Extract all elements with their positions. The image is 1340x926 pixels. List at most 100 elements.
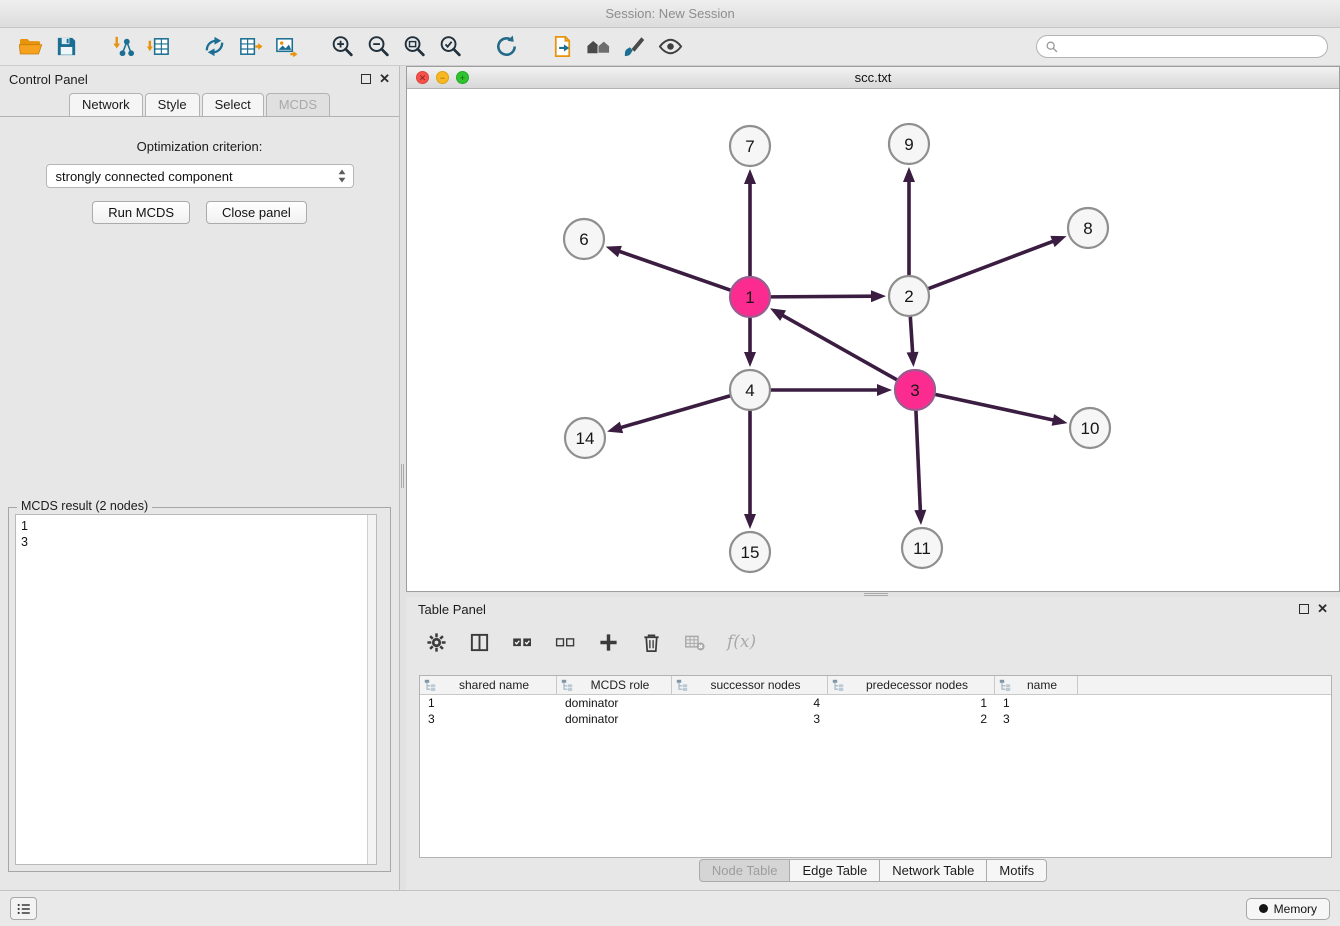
graph-edge-4-15[interactable] (744, 411, 756, 529)
close-mcds-panel-button[interactable]: Close panel (206, 201, 307, 224)
delete-column-button[interactable] (641, 632, 662, 653)
mcds-result-group: MCDS result (2 nodes) 13 (8, 507, 391, 872)
graph-edge-1-2[interactable] (771, 290, 886, 302)
result-item[interactable]: 3 (21, 534, 371, 550)
graph-edge-2-8[interactable] (929, 236, 1067, 289)
apply-style-button[interactable] (616, 32, 652, 62)
graph-node-label: 9 (904, 135, 913, 154)
graph-node-10[interactable]: 10 (1070, 408, 1110, 448)
network-window-titlebar: ✕ − + scc.txt (407, 67, 1339, 89)
select-all-columns-button[interactable] (512, 632, 533, 653)
show-columns-button[interactable] (469, 632, 490, 653)
table-settings-button[interactable] (426, 632, 447, 653)
open-session-button[interactable] (12, 32, 48, 62)
toolbar-group (12, 32, 84, 62)
graph-node-1[interactable]: 1 (730, 277, 770, 317)
close-control-panel-button[interactable]: ✕ (379, 74, 390, 84)
graph-edge-4-3[interactable] (771, 384, 892, 396)
close-table-panel-button[interactable]: ✕ (1317, 604, 1328, 614)
run-mcds-button[interactable]: Run MCDS (92, 201, 190, 224)
toolbar-group (104, 32, 176, 62)
graph-edge-3-11[interactable] (914, 411, 926, 525)
toolbar-group (488, 32, 524, 62)
function-builder-button[interactable]: f(x) (727, 632, 756, 652)
tab-mcds[interactable]: MCDS (266, 93, 330, 116)
search-field[interactable] (1036, 35, 1328, 58)
table-cell: 2 (828, 711, 995, 727)
import-network-icon (110, 34, 135, 59)
float-control-panel-button[interactable] (361, 74, 371, 84)
mcds-buttons-row: Run MCDS Close panel (0, 201, 399, 224)
deselect-all-icon (555, 632, 576, 653)
table-cell: dominator (557, 695, 672, 711)
task-history-button[interactable] (10, 897, 37, 920)
graph-node-6[interactable]: 6 (564, 219, 604, 259)
column-header-shared-name[interactable]: shared name (420, 676, 557, 694)
table-cell: 3 (995, 711, 1078, 727)
graph-edge-2-9[interactable] (903, 167, 915, 275)
create-column-button[interactable] (598, 632, 619, 653)
table-row[interactable]: 1dominator411 (420, 695, 1331, 711)
graph-node-2[interactable]: 2 (889, 276, 929, 316)
graph-edge-3-10[interactable] (936, 394, 1068, 425)
fit-selected-button[interactable] (432, 32, 468, 62)
graph-node-4[interactable]: 4 (730, 370, 770, 410)
result-item[interactable]: 1 (21, 518, 371, 534)
tab-network[interactable]: Network (69, 93, 143, 116)
zoom-window-button[interactable]: + (456, 71, 469, 84)
gear-icon (426, 632, 447, 653)
graph-node-15[interactable]: 15 (730, 532, 770, 572)
graph-edge-2-3[interactable] (907, 317, 919, 367)
apply-layout-button[interactable] (488, 32, 524, 62)
duplicate-network-button[interactable] (544, 32, 580, 62)
tab-network-table[interactable]: Network Table (879, 859, 987, 882)
column-header-successor-nodes[interactable]: successor nodes (672, 676, 828, 694)
tab-edge-table[interactable]: Edge Table (789, 859, 880, 882)
criterion-dropdown[interactable]: strongly connected component (46, 164, 354, 188)
search-input[interactable] (1064, 40, 1319, 54)
import-network-button[interactable] (104, 32, 140, 62)
graph-node-9[interactable]: 9 (889, 124, 929, 164)
deselect-all-columns-button[interactable] (555, 632, 576, 653)
graph-edge-1-4[interactable] (744, 318, 756, 367)
result-scrollbar[interactable] (367, 515, 376, 864)
table-panel: Table Panel ✕ f(x) shared nameMCDS roles… (406, 597, 1340, 890)
tab-style[interactable]: Style (145, 93, 200, 116)
close-window-button[interactable]: ✕ (416, 71, 429, 84)
zoom-out-button[interactable] (360, 32, 396, 62)
mcds-result-list[interactable]: 13 (15, 514, 377, 865)
graph-node-7[interactable]: 7 (730, 126, 770, 166)
export-network-button[interactable] (196, 32, 232, 62)
column-header-mcds-role[interactable]: MCDS role (557, 676, 672, 694)
graph-node-3[interactable]: 3 (895, 370, 935, 410)
tab-select[interactable]: Select (202, 93, 264, 116)
network-canvas[interactable]: 7 9 6 8 1 2 4 3 14 10 15 11 (407, 89, 1339, 591)
graph-edge-1-6[interactable] (606, 246, 730, 290)
delete-table-button[interactable] (684, 632, 705, 653)
table-row[interactable]: 3dominator323 (420, 711, 1331, 727)
zoom-out-icon (366, 34, 391, 59)
export-image-button[interactable] (268, 32, 304, 62)
column-header-predecessor-nodes[interactable]: predecessor nodes (828, 676, 995, 694)
tab-node-table[interactable]: Node Table (699, 859, 791, 882)
memory-button[interactable]: Memory (1246, 898, 1330, 920)
import-table-button[interactable] (140, 32, 176, 62)
overview-button[interactable] (580, 32, 616, 62)
graph-node-14[interactable]: 14 (565, 418, 605, 458)
main-toolbar (0, 28, 1340, 66)
tab-motifs[interactable]: Motifs (986, 859, 1047, 882)
minimize-window-button[interactable]: − (436, 71, 449, 84)
graph-edge-1-7[interactable] (744, 169, 756, 276)
show-hide-details-button[interactable] (652, 32, 688, 62)
export-table-button[interactable] (232, 32, 268, 62)
float-table-panel-button[interactable] (1299, 604, 1309, 614)
import-table-icon (146, 34, 171, 59)
save-session-button[interactable] (48, 32, 84, 62)
graph-node-11[interactable]: 11 (902, 528, 942, 568)
graph-node-8[interactable]: 8 (1068, 208, 1108, 248)
graph-edge-3-1[interactable] (770, 308, 897, 379)
zoom-in-button[interactable] (324, 32, 360, 62)
graph-edge-4-14[interactable] (607, 396, 730, 433)
column-header-name[interactable]: name (995, 676, 1078, 694)
fit-content-button[interactable] (396, 32, 432, 62)
